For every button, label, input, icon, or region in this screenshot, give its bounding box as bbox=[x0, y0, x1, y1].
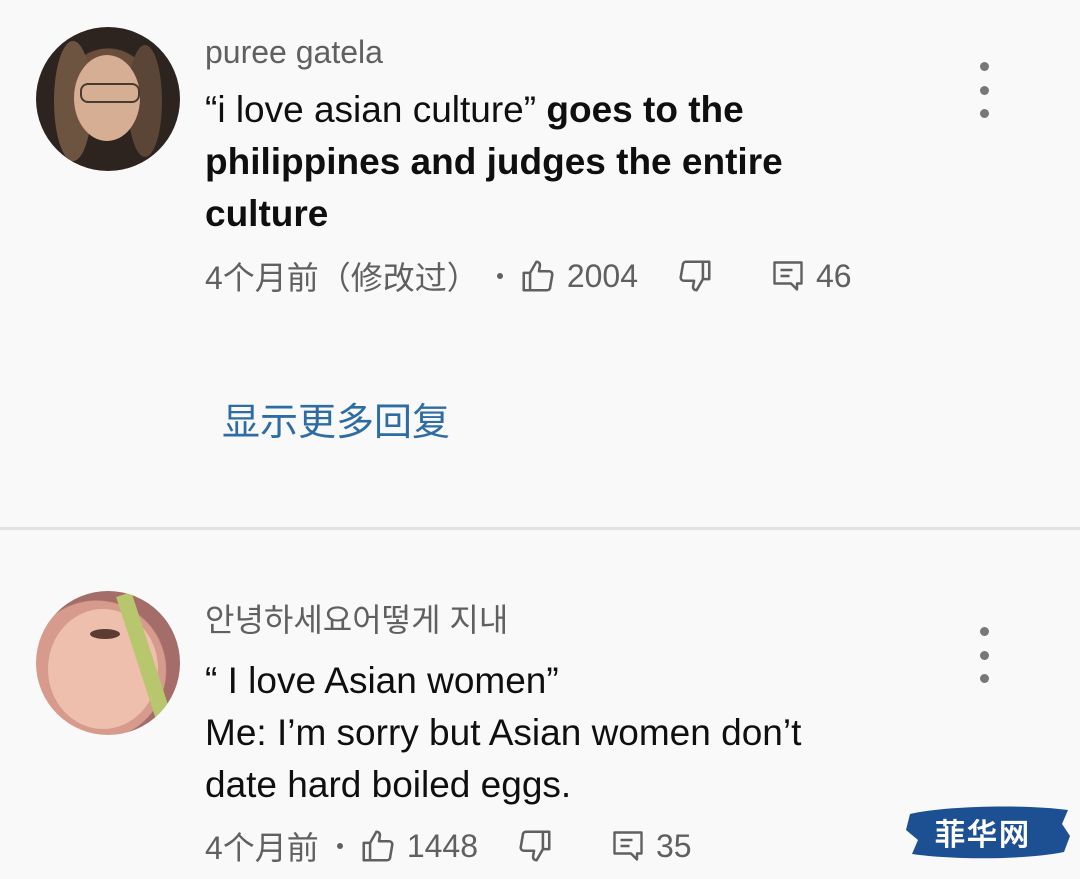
thumbs-up-icon[interactable] bbox=[519, 257, 557, 295]
avatar[interactable] bbox=[36, 27, 180, 171]
comment-author[interactable]: 안녕하세요어떻게 지내 bbox=[205, 600, 508, 640]
comment-text: “i love asian culture” goes to the phili… bbox=[205, 84, 925, 240]
comment-text-line: culture bbox=[205, 193, 329, 234]
separator-dot bbox=[496, 273, 503, 279]
avatar[interactable] bbox=[36, 591, 180, 735]
comment-text-line: “ I love Asian women” bbox=[205, 660, 559, 701]
comment-actions: 4个月前（修改过） 2004 46 bbox=[205, 253, 852, 299]
watermark-logo: 菲华网 bbox=[904, 800, 1074, 864]
comment-author[interactable]: puree gatela bbox=[205, 32, 383, 72]
comment-item: puree gatela “i love asian culture” goes… bbox=[0, 0, 1080, 528]
reply-comment-icon[interactable] bbox=[610, 827, 646, 865]
comment-text-line: philippines and judges the entire bbox=[205, 141, 783, 182]
more-vert-icon[interactable] bbox=[966, 627, 1002, 683]
thumbs-up-icon[interactable] bbox=[359, 827, 397, 865]
reply-count: 35 bbox=[656, 827, 692, 864]
like-count: 2004 bbox=[566, 257, 638, 294]
comment-text-line: Me: I’m sorry but Asian women don’t bbox=[205, 712, 802, 753]
show-more-replies-link[interactable]: 显示更多回复 bbox=[222, 398, 450, 448]
comment-text-line: date hard boiled eggs. bbox=[205, 764, 572, 805]
separator-dot bbox=[336, 843, 343, 849]
thumbs-down-icon[interactable] bbox=[516, 827, 554, 865]
comment-divider bbox=[0, 527, 1080, 530]
comment-timestamp: 4个月前（修改过） bbox=[205, 260, 479, 296]
comment-quote: “i love asian culture” bbox=[205, 89, 537, 130]
comment-actions: 4个月前 1448 35 bbox=[205, 823, 692, 869]
reply-comment-icon[interactable] bbox=[770, 257, 806, 295]
comment-timestamp: 4个月前 bbox=[205, 830, 319, 866]
comment-text: “ I love Asian women” Me: I’m sorry but … bbox=[205, 655, 925, 811]
comment-text-rest: goes to the bbox=[536, 89, 744, 130]
reply-count: 46 bbox=[816, 257, 852, 294]
thumbs-down-icon[interactable] bbox=[676, 257, 714, 295]
watermark-text: 菲华网 bbox=[935, 818, 1031, 853]
like-count: 1448 bbox=[406, 827, 478, 864]
more-vert-icon[interactable] bbox=[966, 62, 1002, 118]
